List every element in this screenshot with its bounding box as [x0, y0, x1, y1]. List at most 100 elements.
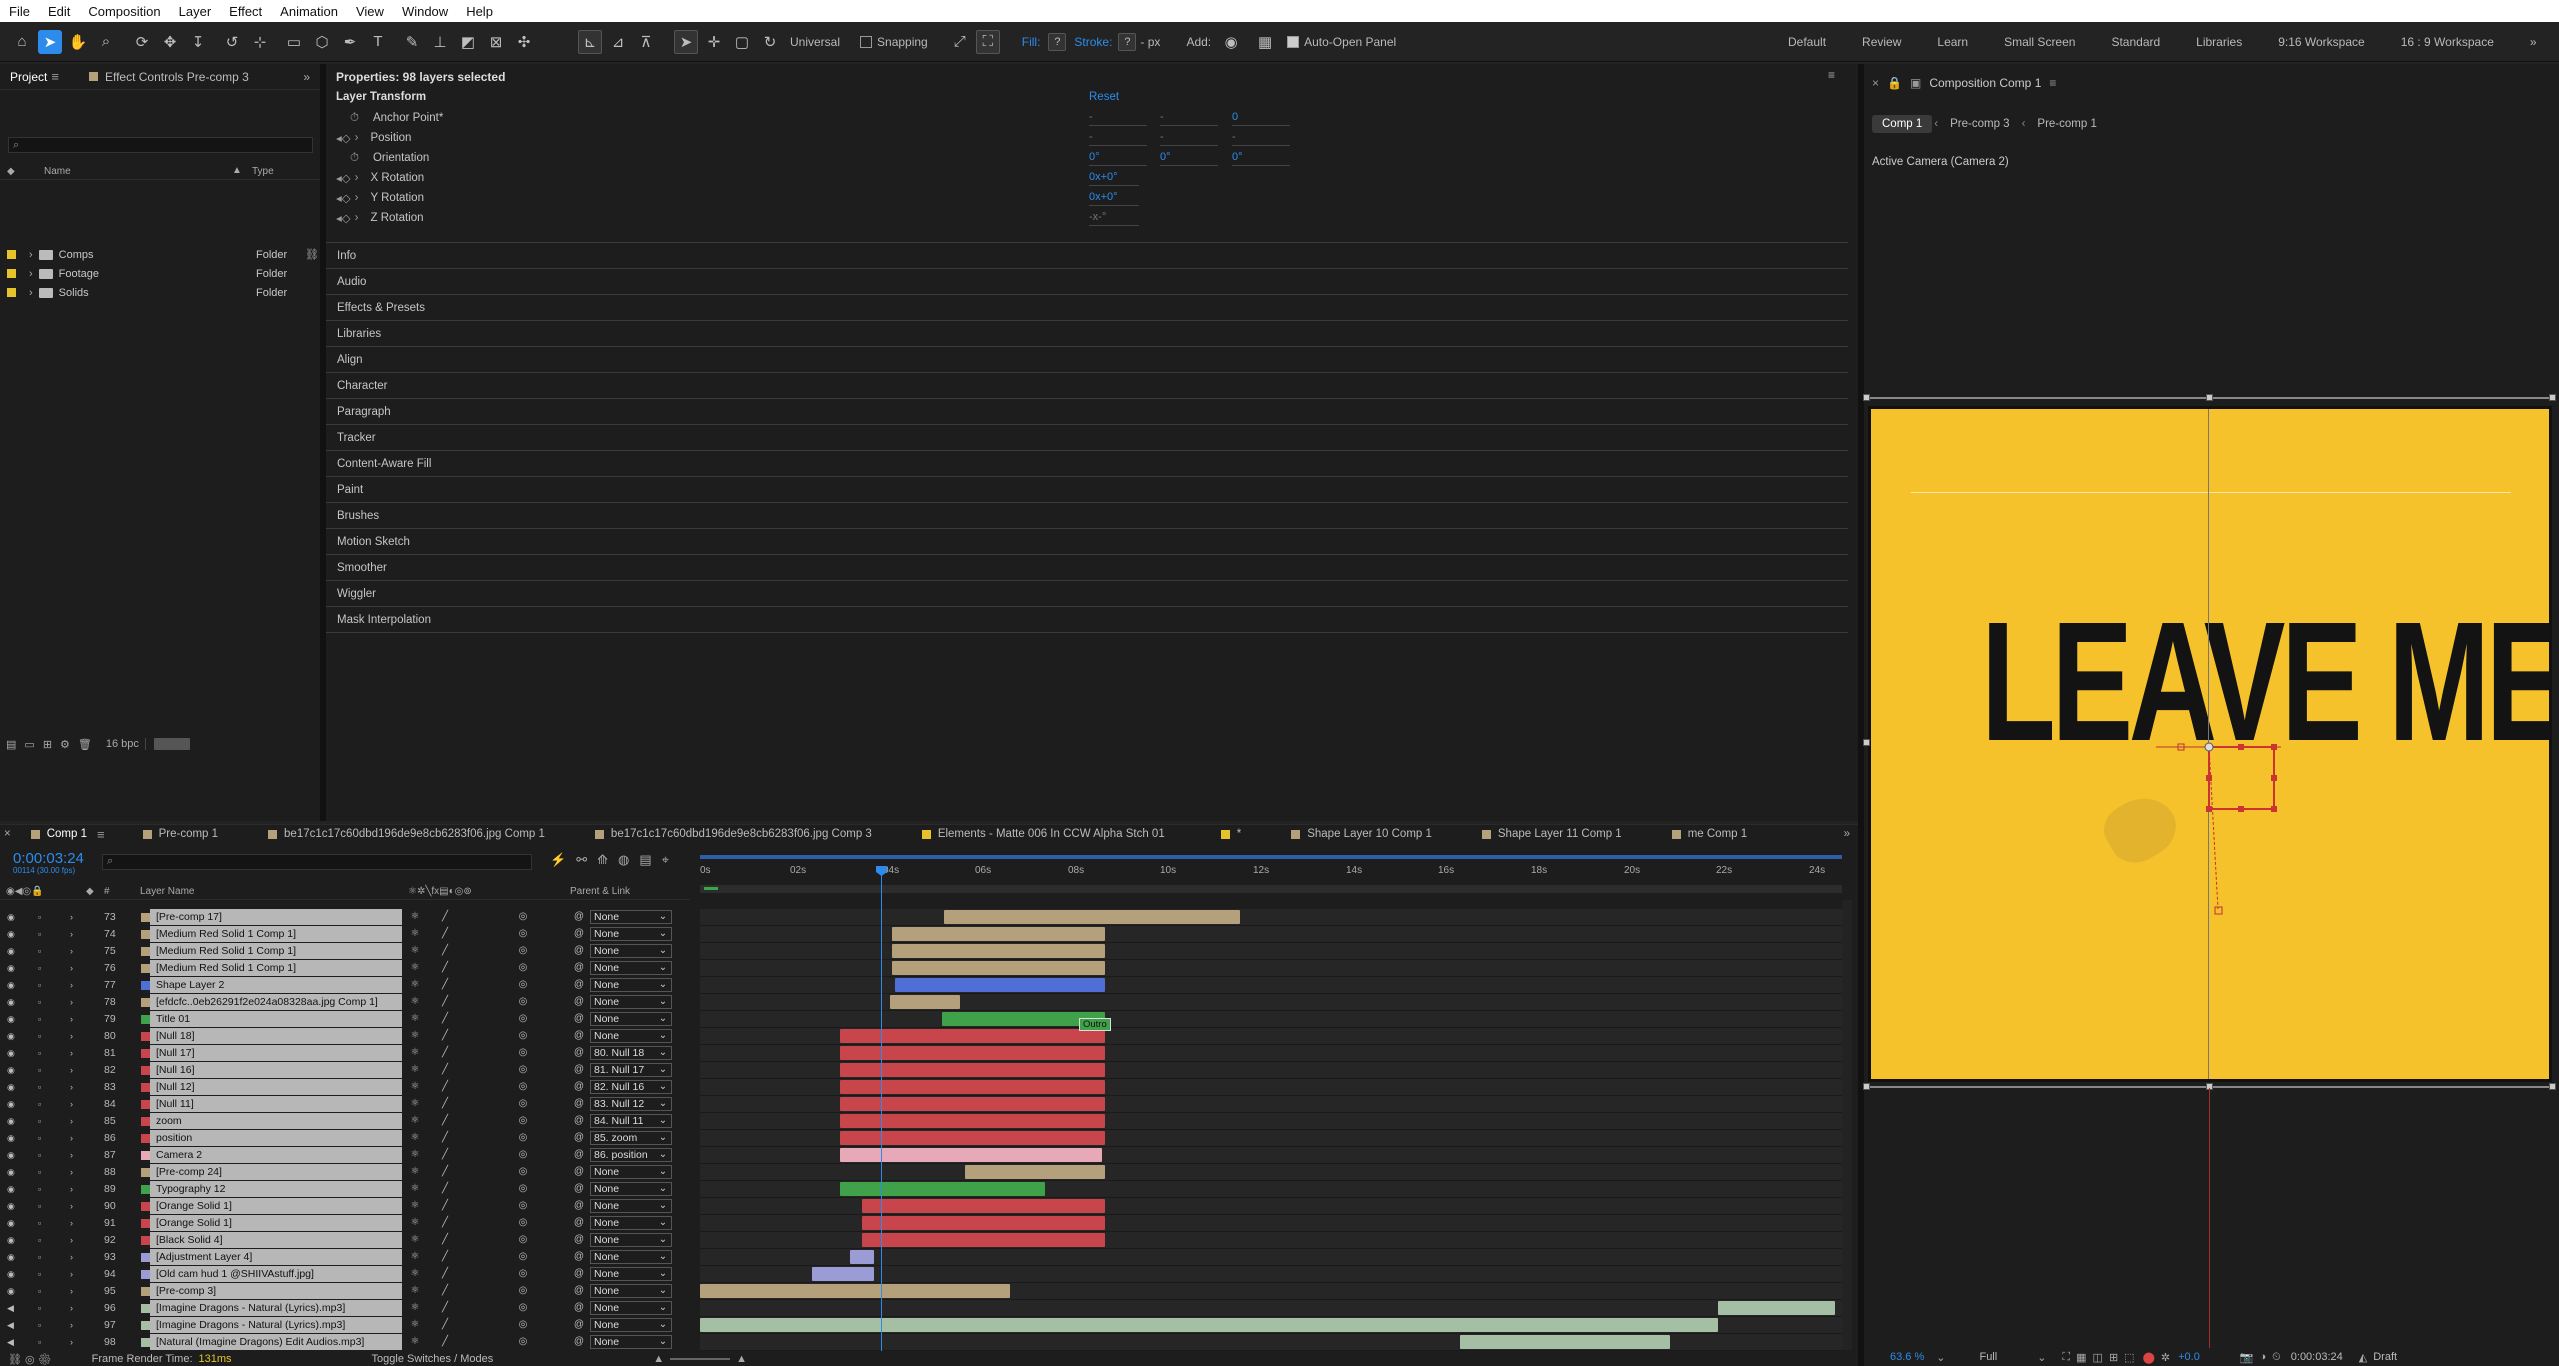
quality-switch-icon[interactable]: ╱ [438, 1250, 452, 1264]
eye-icon[interactable]: ◉ [7, 980, 17, 990]
layer-name[interactable]: position [150, 1130, 402, 1146]
snapshot-icon[interactable]: 📷 [2240, 1351, 2254, 1364]
stroke-swatch[interactable]: ? [1118, 32, 1137, 51]
3d-layer-icon[interactable]: ◎ [516, 1335, 530, 1349]
eye-icon[interactable]: ◉ [7, 1235, 17, 1245]
label-color-swatch[interactable] [141, 1151, 150, 1160]
graph-editor-icon[interactable]: ▤ [639, 852, 651, 868]
chevron-right-icon[interactable]: › [70, 1167, 80, 1177]
shy-switch-icon[interactable]: ⚛ [408, 944, 422, 958]
composition-canvas[interactable]: LEAVE ME [1868, 406, 2552, 1082]
lock-toggle[interactable]: ▫ [38, 1286, 48, 1296]
3d-layer-icon[interactable]: ◎ [516, 1097, 530, 1111]
draft-3d-icon[interactable]: ⚡ [550, 852, 566, 868]
col-parent-link[interactable]: Parent & Link [570, 886, 630, 897]
lock-toggle[interactable]: ▫ [38, 1133, 48, 1143]
menu-window[interactable]: Window [393, 4, 457, 19]
lock-toggle[interactable]: ▫ [38, 1065, 48, 1075]
resolution-dropdown[interactable]: Full [1979, 1351, 1997, 1363]
layer-duration-bar[interactable] [862, 1199, 1105, 1213]
layer-name[interactable]: [Imagine Dragons - Natural (Lyrics).mp3] [150, 1317, 402, 1333]
chevron-right-icon[interactable]: › [70, 1082, 80, 1092]
stopwatch-icon[interactable]: ⏱ [350, 152, 359, 165]
shy-switch-icon[interactable]: ⚛ [408, 1301, 422, 1315]
shy-switch-icon[interactable]: ⚛ [408, 1182, 422, 1196]
chevron-right-icon[interactable]: › [70, 963, 80, 973]
tab-project[interactable]: Project ≡ [0, 64, 69, 89]
tl-tab-comp-1[interactable]: Comp 1 ≡ [30, 827, 105, 842]
y-rotation-field[interactable]: 0x+0° [1089, 190, 1139, 206]
workspace-16-9[interactable]: 16 : 9 Workspace [2383, 35, 2512, 49]
col-name[interactable]: Name [44, 166, 71, 177]
quality-switch-icon[interactable]: ╱ [438, 1063, 452, 1077]
3d-layer-icon[interactable]: ◎ [516, 944, 530, 958]
layer-name[interactable]: [Null 17] [150, 1045, 402, 1061]
menu-composition[interactable]: Composition [79, 4, 169, 19]
dolly-tool-icon[interactable]: ↧ [186, 30, 210, 54]
panel-menu-icon[interactable]: ≡ [51, 69, 59, 84]
eye-icon[interactable]: ◉ [7, 1099, 17, 1109]
layer-duration-bar[interactable] [840, 1131, 1105, 1145]
chevron-down-icon[interactable]: ⌄ [656, 910, 670, 924]
layer-row[interactable]: ◉ ▫ › 94 [Old cam hud 1 @SHIIVAstuff.jpg] ⚛ ╱ ◎… [0, 1266, 690, 1283]
layer-name[interactable]: [Pre-comp 24] [150, 1164, 402, 1180]
layer-row[interactable]: ◉ ▫ › 78 [efdcfc..0eb26291f2e024a08328aa.jpg… [0, 994, 690, 1011]
shy-switch-icon[interactable]: ⚛ [408, 1012, 422, 1026]
pick-whip-icon[interactable]: @ [572, 1012, 586, 1026]
workspace-9-16[interactable]: 9:16 Workspace [2260, 35, 2383, 49]
lock-toggle[interactable]: ▫ [38, 1201, 48, 1211]
chevron-down-icon[interactable]: ⌄ [656, 1267, 670, 1281]
workspace-libraries[interactable]: Libraries [2178, 35, 2260, 49]
chevron-right-icon[interactable]: › [70, 1252, 80, 1262]
chevron-right-icon[interactable]: › [70, 1320, 80, 1330]
lock-toggle[interactable]: ▫ [38, 1252, 48, 1262]
layer-name[interactable]: [Pre-comp 3] [150, 1283, 402, 1299]
stroke-width[interactable]: - px [1140, 35, 1160, 49]
bounds-handle[interactable] [2549, 1083, 2556, 1090]
chevron-right-icon[interactable]: › [70, 1235, 80, 1245]
eye-icon[interactable]: ◉ [7, 1065, 17, 1075]
audio-icon[interactable]: ◀ [7, 1303, 17, 1313]
layer-duration-bar[interactable] [840, 1097, 1105, 1111]
label-color-swatch[interactable] [141, 1117, 150, 1126]
menu-edit[interactable]: Edit [39, 4, 79, 19]
bounds-handle[interactable] [1863, 1083, 1870, 1090]
chevron-down-icon[interactable]: ⌄ [656, 1165, 670, 1179]
3d-layer-icon[interactable]: ◎ [516, 1012, 530, 1026]
eye-icon[interactable]: ◉ [7, 912, 17, 922]
label-color-swatch[interactable] [141, 1338, 150, 1347]
selection-tool-icon[interactable]: ➤ [38, 29, 62, 54]
eye-icon[interactable]: ◉ [7, 1014, 17, 1024]
3d-layer-icon[interactable]: ◎ [516, 910, 530, 924]
panel-content-aware-fill[interactable]: Content-Aware Fill [326, 451, 1848, 477]
shy-switch-icon[interactable]: ⚛ [408, 1080, 422, 1094]
toggle-switches-button[interactable]: Toggle Switches / Modes [372, 1353, 494, 1365]
chevron-right-icon[interactable]: › [70, 1065, 80, 1075]
layer-duration-bar[interactable] [840, 1029, 1105, 1043]
chevron-down-icon[interactable]: ⌄ [656, 1301, 670, 1315]
workspace-standard[interactable]: Standard [2093, 35, 2178, 49]
zoom-in-icon[interactable]: ▲ [736, 1353, 747, 1365]
layer-row[interactable]: ◉ ▫ › 77 Shape Layer 2 ⚛ ╱ ◎ @ None ⌄ [0, 977, 690, 994]
project-search-input[interactable]: ⌕ [8, 137, 313, 153]
comp-tab-comp-1[interactable]: Comp 1 [1872, 115, 1933, 133]
pick-whip-icon[interactable]: @ [572, 1250, 586, 1264]
panel-paint[interactable]: Paint [326, 477, 1848, 503]
panel-libraries[interactable]: Libraries [326, 321, 1848, 347]
tl-tab-shape-layer-11[interactable]: Shape Layer 11 Comp 1 [1481, 828, 1622, 840]
menu-help[interactable]: Help [457, 4, 502, 19]
lock-toggle[interactable]: ▫ [38, 1116, 48, 1126]
layer-duration-bar[interactable] [812, 1267, 874, 1281]
pick-whip-icon[interactable]: @ [572, 1063, 586, 1077]
reset-button[interactable]: Reset [1089, 91, 1119, 103]
chevron-right-icon[interactable]: › [70, 1286, 80, 1296]
chevron-down-icon[interactable]: ⌄ [656, 978, 670, 992]
pick-whip-icon[interactable]: @ [572, 1029, 586, 1043]
scale-gizmo-icon[interactable]: ▢ [730, 30, 754, 54]
3d-layer-icon[interactable]: ◎ [516, 1029, 530, 1043]
eye-icon[interactable]: ◉ [7, 1269, 17, 1279]
3d-layer-icon[interactable]: ◎ [516, 1199, 530, 1213]
pick-whip-icon[interactable]: @ [572, 1233, 586, 1247]
pick-whip-icon[interactable]: @ [572, 1267, 586, 1281]
snap-icon[interactable]: ⤢ [948, 30, 972, 54]
